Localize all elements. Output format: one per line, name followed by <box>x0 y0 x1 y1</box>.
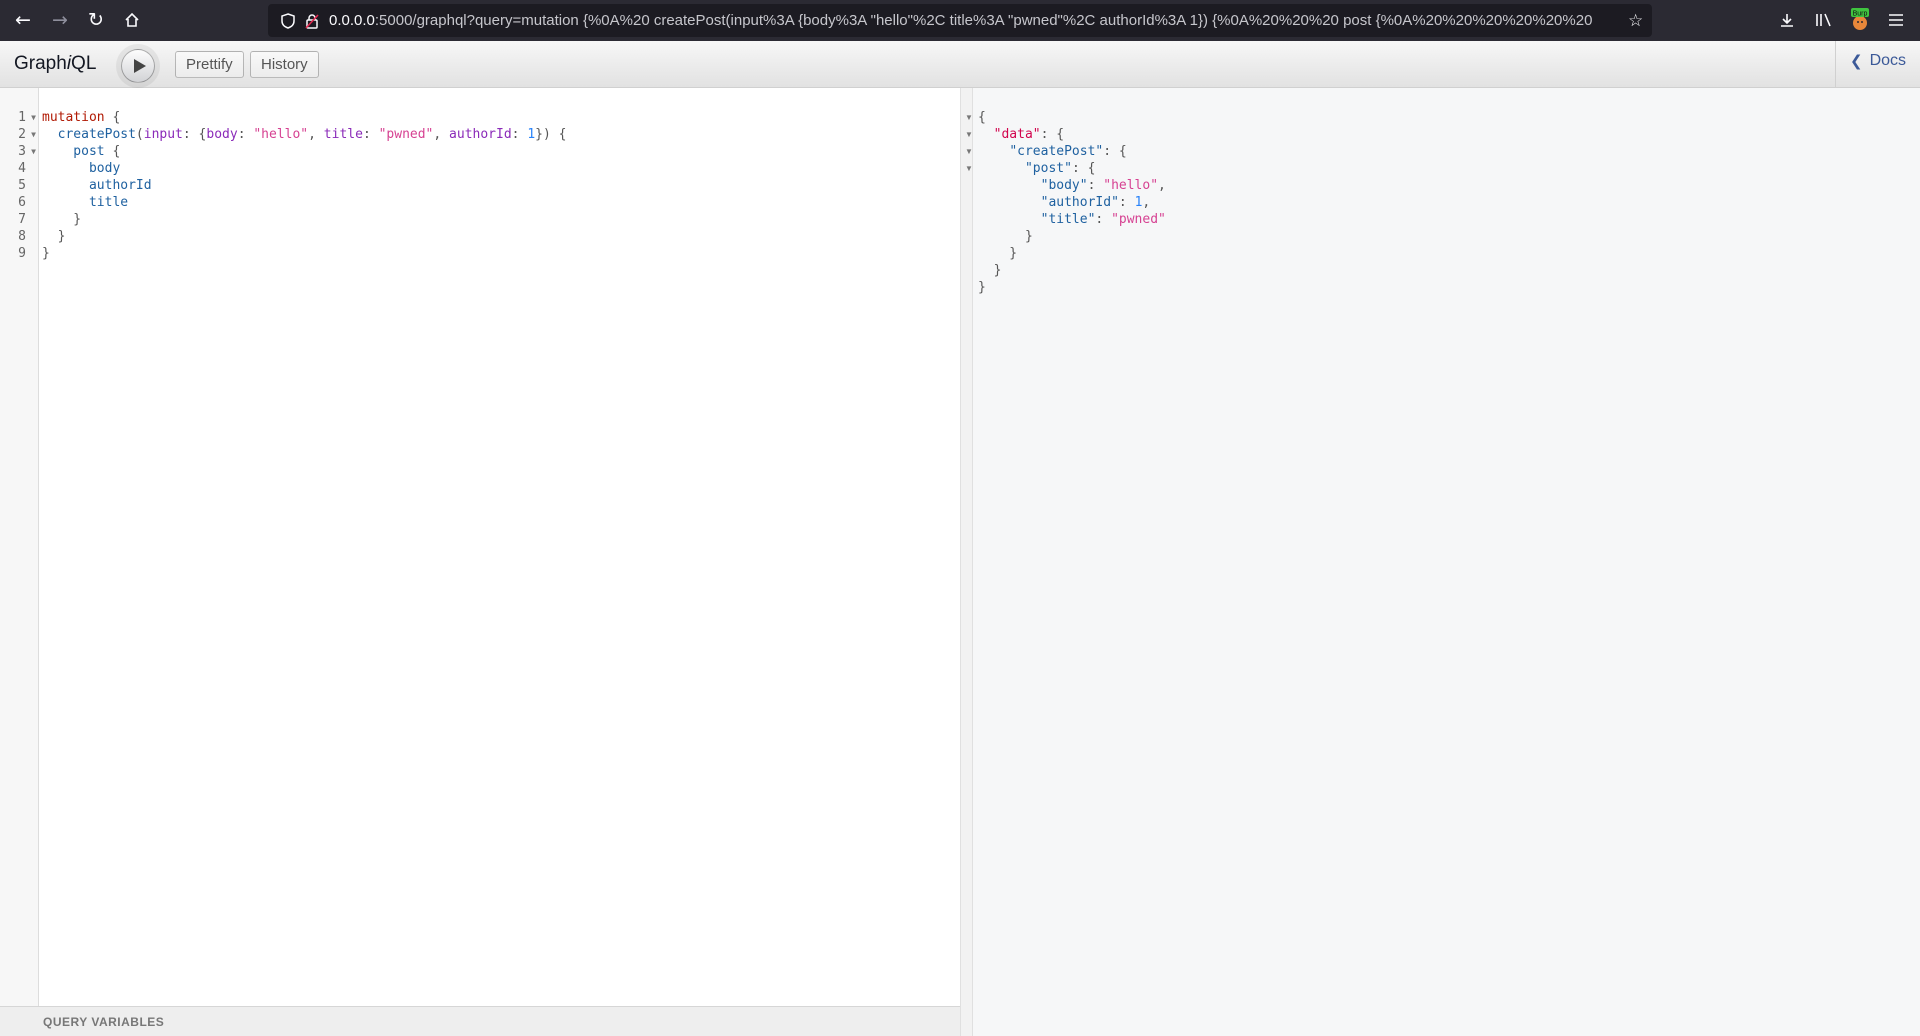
burp-badge-text: Burp <box>1853 11 1868 18</box>
bookmark-star-icon[interactable]: ☆ <box>1628 4 1643 37</box>
chevron-left-icon: ❮ <box>1850 52 1863 70</box>
fold-arrow-icon[interactable]: ▼ <box>31 126 36 143</box>
code-line[interactable]: post { <box>42 143 120 160</box>
library-icon[interactable] <box>1809 6 1839 34</box>
result-line: } <box>978 280 986 295</box>
hamburger-menu-icon[interactable] <box>1881 6 1911 34</box>
fold-arrow-icon[interactable]: ▼ <box>965 126 973 143</box>
code-line[interactable]: mutation { <box>42 109 120 126</box>
line-number-gutter: 1 ▼ 2 ▼ 3 ▼ 4 5 6 7 8 9 <box>0 88 39 1006</box>
result-line: "data": { <box>993 127 1065 142</box>
forward-arrow-icon[interactable]: → <box>45 6 75 34</box>
download-icon[interactable] <box>1772 6 1802 34</box>
code-line[interactable]: body <box>42 160 120 177</box>
fold-arrow-icon[interactable]: ▼ <box>965 160 973 177</box>
code-line[interactable]: } <box>42 228 66 245</box>
line-number: 8 <box>18 229 26 244</box>
fold-arrow-icon[interactable]: ▼ <box>965 109 973 126</box>
url-bar[interactable]: 0.0.0.0:5000/graphql?query=mutation {%0A… <box>268 4 1652 37</box>
prettify-button[interactable]: Prettify <box>175 51 244 78</box>
reload-icon[interactable]: ↻ <box>81 6 111 34</box>
burp-extension-icon[interactable]: Burp <box>1845 6 1875 34</box>
fold-arrow-icon[interactable]: ▼ <box>31 143 36 160</box>
result-line: "authorId": 1, <box>1040 195 1151 210</box>
result-line: } <box>978 246 1018 261</box>
line-number: 5 <box>18 178 26 193</box>
lock-icon[interactable] <box>305 4 319 37</box>
code-line[interactable]: title <box>42 194 128 211</box>
docs-label: Docs <box>1869 52 1907 69</box>
result-line: { <box>978 110 986 125</box>
result-line: "post": { <box>1024 161 1096 176</box>
fold-arrow-icon[interactable]: ▼ <box>31 109 36 126</box>
query-editor[interactable]: 1 ▼ 2 ▼ 3 ▼ 4 5 6 7 8 9 mutation { createPo… <box>0 88 960 1036</box>
back-arrow-icon[interactable]: ← <box>8 6 38 34</box>
pane-resize-handle[interactable] <box>960 88 973 1036</box>
play-icon <box>133 59 146 73</box>
fold-arrow-icon[interactable]: ▼ <box>965 143 973 160</box>
line-number: 1 <box>18 110 26 125</box>
line-number: 9 <box>18 246 26 261</box>
shield-icon[interactable] <box>281 4 295 37</box>
graphiql-title: GraphiQL <box>14 53 97 74</box>
url-text[interactable]: 0.0.0.0:5000/graphql?query=mutation {%0A… <box>329 4 1624 37</box>
query-variables-title: QUERY VARIABLES <box>43 1015 165 1029</box>
code-line[interactable]: } <box>42 245 50 262</box>
query-variables-bar[interactable]: QUERY VARIABLES <box>0 1006 960 1036</box>
result-line: "title": "pwned" <box>1040 212 1166 227</box>
line-number: 6 <box>18 195 26 210</box>
line-number: 4 <box>18 161 26 176</box>
docs-area: ❮ Docs <box>1835 41 1920 87</box>
history-button[interactable]: History <box>250 51 319 78</box>
browser-toolbar: ← → ↻ 0.0.0.0:5000/graphql?query=mutatio… <box>0 0 1920 41</box>
execute-query-button[interactable] <box>121 49 155 83</box>
code-line[interactable]: createPost(input: {body: "hello", title:… <box>42 126 567 143</box>
result-line: } <box>978 263 1002 278</box>
graphiql-topbar: GraphiQL Prettify History ❮ Docs <box>0 41 1920 88</box>
line-number: 3 <box>18 144 26 159</box>
code-line[interactable]: } <box>42 211 81 228</box>
result-line: "createPost": { <box>1009 144 1127 159</box>
result-viewer: ▼ ▼ ▼ ▼ { "data": { "createPost": { "pos… <box>965 88 1920 1036</box>
home-icon[interactable] <box>117 6 147 34</box>
line-number: 7 <box>18 212 26 227</box>
docs-button[interactable]: ❮ Docs <box>1850 52 1906 70</box>
code-line[interactable]: authorId <box>42 177 152 194</box>
line-number: 2 <box>18 127 26 142</box>
result-line: } <box>978 229 1033 244</box>
result-line: "body": "hello", <box>1040 178 1166 193</box>
